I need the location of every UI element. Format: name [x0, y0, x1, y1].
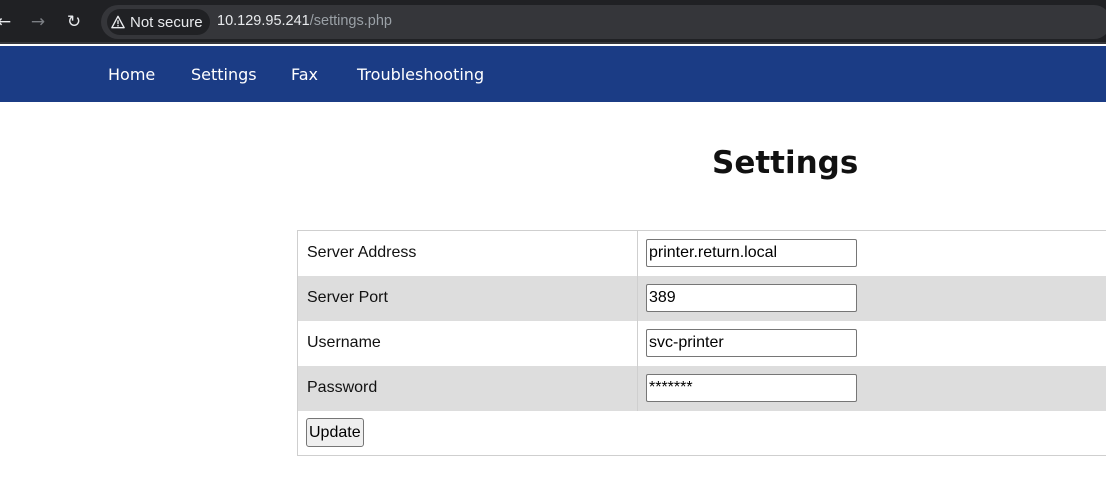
browser-toolbar: ← → ↻ Not secure 10.129.95.241/settings.… — [0, 0, 1106, 44]
server-port-input[interactable] — [646, 284, 857, 312]
back-arrow-icon[interactable]: ← — [0, 9, 17, 35]
server-address-label: Server Address — [307, 244, 417, 261]
nav-link-settings[interactable]: Settings — [191, 65, 257, 84]
nav-link-home[interactable]: Home — [108, 65, 155, 84]
form-row-server-address: Server Address — [298, 231, 1106, 276]
reload-icon[interactable]: ↻ — [61, 9, 87, 35]
url-host: 10.129.95.241 — [217, 13, 310, 29]
security-label: Not secure — [130, 13, 203, 31]
column-divider — [637, 231, 638, 276]
url-text[interactable]: 10.129.95.241/settings.php — [217, 13, 392, 29]
server-port-label: Server Port — [307, 289, 388, 306]
form-row-server-port: Server Port — [298, 276, 1106, 321]
nav-link-troubleshooting[interactable]: Troubleshooting — [357, 65, 484, 84]
column-divider — [637, 321, 638, 366]
security-indicator[interactable]: Not secure — [107, 9, 210, 35]
password-input[interactable] — [646, 374, 857, 402]
site-navigation: Home Settings Fax Troubleshooting — [0, 46, 1106, 102]
form-row-password: Password — [298, 366, 1106, 411]
url-path: /settings.php — [309, 13, 392, 29]
address-bar[interactable]: Not secure 10.129.95.241/settings.php — [101, 5, 1106, 39]
column-divider — [637, 276, 638, 321]
server-address-input[interactable] — [646, 239, 857, 267]
warning-triangle-icon — [111, 15, 125, 29]
username-input[interactable] — [646, 329, 857, 357]
password-label: Password — [307, 379, 378, 396]
update-button[interactable]: Update — [306, 418, 364, 447]
username-label: Username — [307, 334, 381, 351]
forward-arrow-icon[interactable]: → — [25, 9, 51, 35]
page-title: Settings — [712, 145, 859, 181]
nav-link-fax[interactable]: Fax — [291, 65, 318, 84]
column-divider — [637, 366, 638, 411]
settings-form: Server Address Server Port Username Pass… — [297, 230, 1106, 456]
form-row-username: Username — [298, 321, 1106, 366]
